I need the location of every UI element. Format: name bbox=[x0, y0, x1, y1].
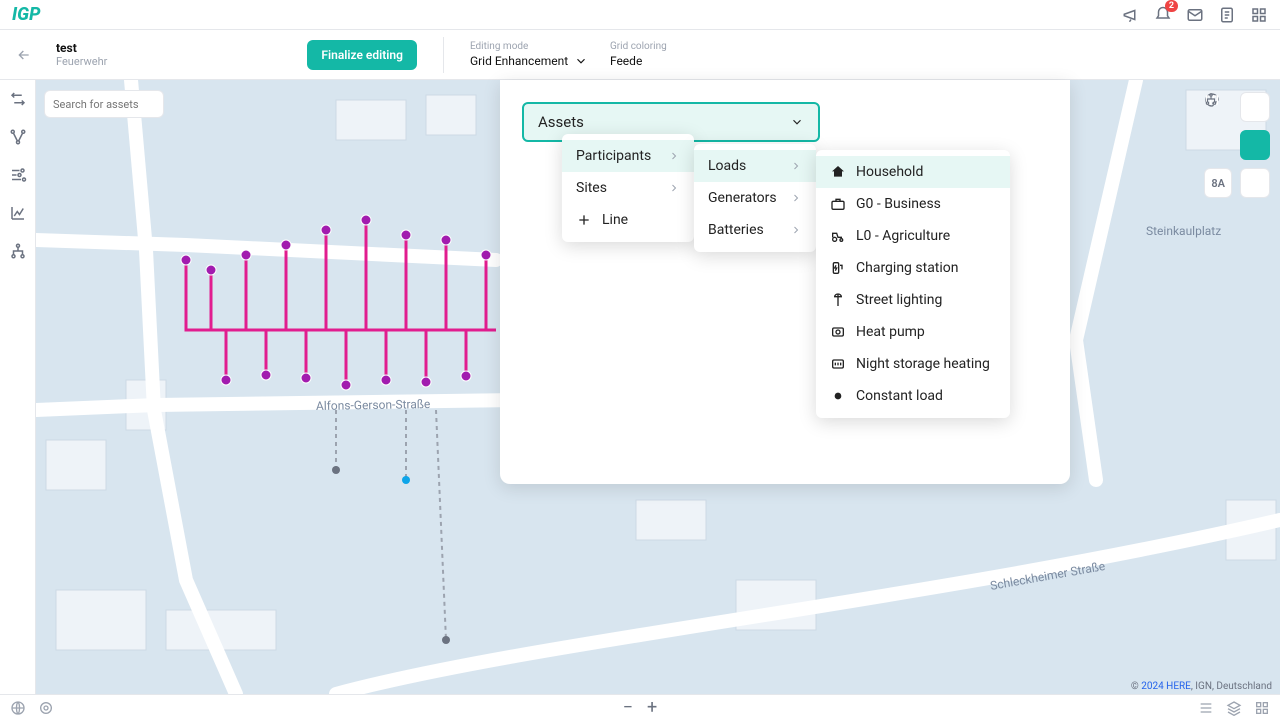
editing-mode-value: Grid Enhancement bbox=[470, 54, 568, 68]
assets-dropdown-label: Assets bbox=[538, 113, 584, 131]
home-icon bbox=[830, 164, 846, 180]
chart-icon[interactable] bbox=[9, 204, 27, 222]
zoom-control: − + bbox=[623, 697, 658, 718]
menu-item-generators[interactable]: Generators bbox=[694, 182, 816, 214]
notification-badge: 2 bbox=[1165, 0, 1178, 12]
chevron-right-icon bbox=[790, 192, 802, 204]
palette-button[interactable] bbox=[1240, 92, 1270, 122]
grid-coloring-label: Grid coloring bbox=[610, 41, 730, 52]
menu-item-charging[interactable]: Charging station bbox=[816, 252, 1010, 284]
divider bbox=[443, 37, 444, 73]
editing-mode-select[interactable]: Editing mode Grid Enhancement bbox=[470, 41, 590, 68]
menu-item-agriculture[interactable]: L0 - Agriculture bbox=[816, 220, 1010, 252]
heatpump-icon bbox=[830, 324, 846, 340]
view-8a-button[interactable]: 8A bbox=[1204, 168, 1232, 198]
settings-sliders-icon[interactable] bbox=[9, 166, 27, 184]
zoom-in-button[interactable]: + bbox=[647, 697, 657, 718]
left-toolbar bbox=[0, 80, 36, 694]
menu-item-constant-load[interactable]: Constant load bbox=[816, 380, 1010, 412]
menu-item-sites[interactable]: Sites bbox=[562, 172, 694, 204]
menu-item-business[interactable]: G0 - Business bbox=[816, 188, 1010, 220]
document-icon[interactable] bbox=[1218, 6, 1236, 24]
asset-search[interactable] bbox=[44, 90, 164, 118]
chevron-down-icon bbox=[790, 115, 804, 129]
list-icon[interactable] bbox=[1198, 700, 1214, 716]
map-attribution: © 2024 HERE, IGN, Deutschland bbox=[1131, 681, 1272, 692]
network-icon[interactable] bbox=[9, 128, 27, 146]
tractor-icon bbox=[830, 228, 846, 244]
view-tree-button[interactable] bbox=[1240, 168, 1270, 198]
bell-icon[interactable]: 2 bbox=[1154, 6, 1172, 24]
assets-menu-level3: Household G0 - Business L0 - Agriculture… bbox=[816, 150, 1010, 418]
finalize-editing-button[interactable]: Finalize editing bbox=[307, 40, 417, 70]
assets-menu-level1: Participants Sites Line bbox=[562, 134, 694, 242]
project-subtitle: Feuerwehr bbox=[56, 55, 107, 68]
target-icon[interactable] bbox=[38, 700, 54, 716]
street-label: Alfons-Gerson-Straße bbox=[316, 397, 431, 413]
menu-item-street-lighting[interactable]: Street lighting bbox=[816, 284, 1010, 316]
hierarchy-icon[interactable] bbox=[9, 242, 27, 260]
chevron-right-icon bbox=[668, 150, 680, 162]
project-info: test Feuerwehr bbox=[56, 41, 107, 69]
menu-item-line[interactable]: Line bbox=[562, 204, 694, 236]
app-logo: IGP bbox=[12, 4, 40, 25]
topbar-actions: 2 bbox=[1122, 6, 1268, 24]
menu-item-loads[interactable]: Loads bbox=[694, 150, 816, 182]
menu-item-heat-pump[interactable]: Heat pump bbox=[816, 316, 1010, 348]
layers-icon[interactable] bbox=[1226, 700, 1242, 716]
swap-icon[interactable] bbox=[9, 90, 27, 108]
workspace: Alfons-Gerson-Straße Schleckheimer Straß… bbox=[0, 80, 1280, 694]
apps-icon[interactable] bbox=[1250, 6, 1268, 24]
chevron-down-icon bbox=[574, 54, 588, 68]
heatpump-icon bbox=[830, 356, 846, 372]
charging-icon bbox=[830, 260, 846, 276]
editing-mode-label: Editing mode bbox=[470, 41, 590, 52]
statusbar: − + bbox=[0, 694, 1280, 720]
assets-menu-level2: Loads Generators Batteries bbox=[694, 144, 816, 252]
chevron-right-icon bbox=[790, 224, 802, 236]
street-label: Steinkaulplatz bbox=[1146, 224, 1221, 238]
plus-icon bbox=[576, 212, 592, 228]
attribution-link[interactable]: 2024 HERE bbox=[1141, 681, 1191, 692]
mail-icon[interactable] bbox=[1186, 6, 1204, 24]
dot-icon bbox=[830, 388, 846, 404]
lamp-icon bbox=[830, 292, 846, 308]
zoom-out-button[interactable]: − bbox=[623, 697, 633, 718]
globe-icon[interactable] bbox=[10, 700, 26, 716]
menu-item-household[interactable]: Household bbox=[816, 156, 1010, 188]
menu-item-participants[interactable]: Participants bbox=[562, 140, 694, 172]
chevron-right-icon bbox=[668, 182, 680, 194]
layers-toggle-button[interactable] bbox=[1240, 130, 1270, 160]
search-input[interactable] bbox=[53, 98, 155, 111]
megaphone-icon[interactable] bbox=[1122, 6, 1140, 24]
map-right-controls: 8A bbox=[1204, 92, 1270, 198]
back-button[interactable] bbox=[12, 43, 36, 67]
project-title: test bbox=[56, 41, 107, 55]
menu-item-batteries[interactable]: Batteries bbox=[694, 214, 816, 246]
project-header: test Feuerwehr Finalize editing Editing … bbox=[0, 30, 1280, 80]
global-topbar: IGP 2 bbox=[0, 0, 1280, 30]
chevron-right-icon bbox=[790, 160, 802, 172]
briefcase-icon bbox=[830, 196, 846, 212]
grid-coloring-select[interactable]: Grid coloring Feede bbox=[610, 41, 730, 68]
grid-icon[interactable] bbox=[1254, 700, 1270, 716]
grid-coloring-value: Feede bbox=[610, 54, 642, 68]
menu-item-night-storage[interactable]: Night storage heating bbox=[816, 348, 1010, 380]
